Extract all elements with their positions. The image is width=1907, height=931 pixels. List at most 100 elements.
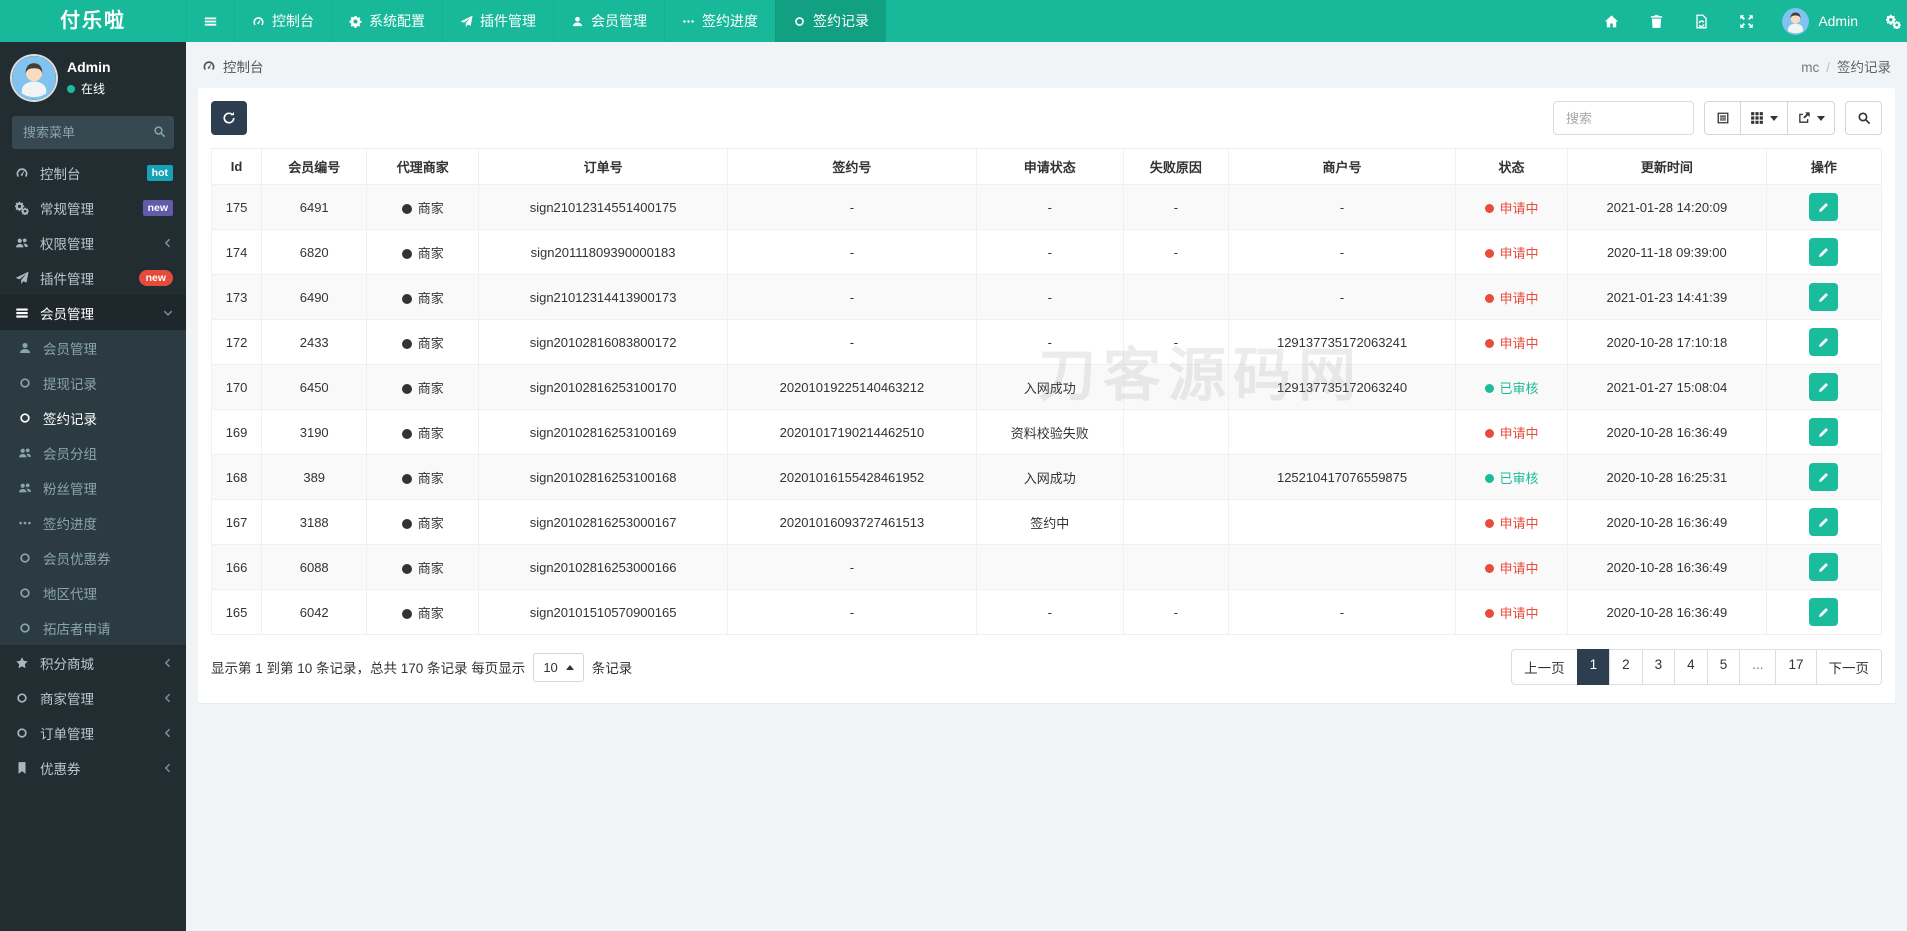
clear-cache-button[interactable] [1679,0,1724,42]
search-icon[interactable] [153,125,166,138]
pencil-icon [1818,471,1830,483]
sidebar-item-sign-progress[interactable]: 签约进度 [0,505,186,540]
cell-sign-no: - [727,274,977,320]
breadcrumb-left[interactable]: 控制台 [202,56,264,76]
status-dot-icon [1484,338,1494,348]
page-button-1[interactable]: 1 [1576,649,1611,685]
column-header-status: 状态 [1455,148,1568,185]
prev-page-button[interactable]: 上一页 [1511,649,1578,685]
page-size-value: 10 [543,659,558,675]
online-label: 在线 [81,82,106,96]
cell-updated: 2021-01-27 15:08:04 [1566,364,1767,410]
edit-button[interactable] [1809,373,1839,401]
sidebar-menu: 控制台 hot 常规管理 new 权限管理 插件管理 new 会员管理 会员管理 提现记录 签约记录… [0,155,186,785]
sidebar-item-region-agents[interactable]: 地区代理 [0,575,186,610]
edit-button[interactable] [1809,508,1839,536]
main-content: 控制台 mc / 签约记录 搜索 Id 会员编号 代理商家 订单号 签约号 申请… [186,0,1907,703]
sidebar-item-order-management[interactable]: 订单管理 [0,715,186,750]
page-size-select[interactable]: 10 [533,652,584,682]
topnav-item-dashboard[interactable]: 控制台 [234,0,331,42]
chevron-left-icon [163,658,173,668]
sidebar-item-merchant-management[interactable]: 商家管理 [0,680,186,715]
sidebar-item-member-coupons[interactable]: 会员优惠券 [0,540,186,575]
cell-status: 申请中 [1455,274,1568,320]
detail-view-button[interactable] [1704,101,1741,135]
page-button-4[interactable]: 4 [1674,649,1708,685]
sidebar-item-plugin-management[interactable]: 插件管理 new [0,260,186,295]
sidebar-toggle-button[interactable] [186,0,234,42]
circle-icon [13,691,31,705]
sidebar-item-coupons[interactable]: 优惠券 [0,750,186,785]
sidebar-item-fans-management[interactable]: 粉丝管理 [0,470,186,505]
cell-id: 169 [210,409,263,455]
edit-button[interactable] [1809,418,1839,446]
edit-button[interactable] [1809,598,1839,626]
columns-grid-icon [1750,111,1764,125]
user-menu[interactable]: Admin [1769,0,1871,42]
page-button-17[interactable]: 17 [1775,649,1817,685]
next-page-button[interactable]: 下一页 [1815,649,1882,685]
home-button[interactable] [1589,0,1634,42]
topnav-item-member-management[interactable]: 会员管理 [553,0,664,42]
sidebar-item-member-management[interactable]: 会员管理 [0,295,186,330]
edit-button[interactable] [1809,283,1839,311]
cell-fail-reason [1122,544,1229,590]
columns-dropdown-button[interactable] [1741,101,1788,135]
edit-button[interactable] [1809,193,1839,221]
sidebar-item-general-management[interactable]: 常规管理 new [0,190,186,225]
refresh-button[interactable] [211,101,247,135]
sidebar-item-label: 订单管理 [40,726,94,742]
cell-merchant-no: - [1227,229,1457,275]
sidebar-item-sign-records[interactable]: 签约记录 [0,400,186,435]
breadcrumb-parent[interactable]: mc [1801,60,1819,75]
sidebar-item-label: 会员管理 [40,306,94,322]
cell-agent: 商家 [366,409,480,455]
sidebar-item-withdraw-records[interactable]: 提现记录 [0,365,186,400]
pagination: 上一页 1 2 3 4 5... 17 下一页 [1511,649,1882,685]
sidebar-search-input[interactable] [12,116,174,149]
gears-icon [1886,14,1901,29]
sidebar-item-label: 权限管理 [40,236,94,252]
sidebar-item-label: 会员分组 [43,446,97,462]
cell-order-no: sign20102816253100169 [478,409,728,455]
cell-status: 申请中 [1455,409,1568,455]
export-dropdown-button[interactable] [1788,101,1835,135]
column-header-merchant-no: 商户号 [1227,148,1457,185]
users-icon [13,236,31,250]
topnav-item-system-config[interactable]: 系统配置 [331,0,442,42]
cell-status: 申请中 [1455,544,1568,590]
topnav-item-plugin-management[interactable]: 插件管理 [442,0,553,42]
th-list-icon [13,306,31,320]
edit-button[interactable] [1809,238,1839,266]
cell-fail-reason: - [1122,184,1229,230]
circle-icon [16,376,34,390]
search-toggle-button[interactable] [1845,101,1882,135]
edit-button[interactable] [1809,463,1839,491]
sidebar-item-shop-expander-apply[interactable]: 拓店者申请 [0,610,186,645]
edit-button[interactable] [1809,553,1839,581]
badge-new: new [142,199,173,216]
cell-member-no: 389 [261,454,368,500]
sidebar-item-permission-management[interactable]: 权限管理 [0,225,186,260]
sidebar-item-member-groups[interactable]: 会员分组 [0,435,186,470]
topnav-item-sign-records[interactable]: 签约记录 [775,0,886,42]
column-header-sign-no: 签约号 [727,148,977,185]
tachometer-icon [202,59,216,73]
fullscreen-button[interactable] [1724,0,1769,42]
sidebar-item-points-mall[interactable]: 积分商城 [0,645,186,680]
edit-button[interactable] [1809,328,1839,356]
table-search-input[interactable] [1553,101,1694,135]
agent-dot-icon [401,248,412,259]
topnav-item-sign-progress[interactable]: 签约进度 [664,0,775,42]
settings-button[interactable] [1871,0,1907,42]
cell-apply-status: - [975,184,1124,230]
sidebar-item-member-management-sub[interactable]: 会员管理 [0,330,186,365]
username-label: Admin [1818,13,1858,29]
cell-agent: 商家 [366,499,480,545]
page-button-2[interactable]: 2 [1609,649,1643,685]
page-button-3[interactable]: 3 [1641,649,1676,685]
page-button-5[interactable]: 5 [1706,649,1741,685]
agent-dot-icon [401,563,412,574]
trash-button[interactable] [1634,0,1679,42]
sidebar-item-dashboard[interactable]: 控制台 hot [0,155,186,190]
